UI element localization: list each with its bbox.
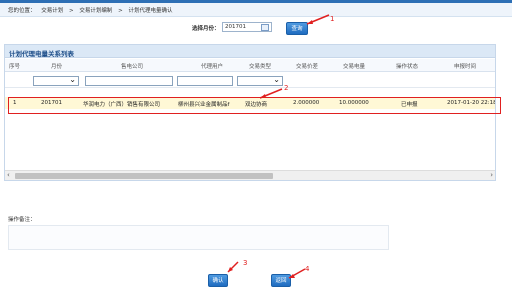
scroll-left-icon[interactable]: ‹: [7, 171, 10, 179]
col-company: 售电公司: [121, 64, 144, 70]
selected-row-highlight: [8, 97, 501, 114]
scroll-right-icon[interactable]: ›: [490, 171, 493, 179]
col-spread: 交易价差: [296, 64, 319, 70]
filter-row: [5, 73, 495, 88]
note-label: 操作备注：: [8, 217, 36, 223]
col-status: 操作状态: [396, 64, 419, 70]
breadcrumb-item[interactable]: 交易计划编制: [79, 8, 112, 14]
annotation-number: 3: [243, 259, 248, 267]
col-time: 申报时间: [454, 64, 477, 70]
col-user: 代理用户: [201, 64, 224, 70]
company-filter-input[interactable]: [85, 76, 173, 86]
annotation-number: 2: [284, 84, 289, 92]
month-filter-select[interactable]: [33, 75, 79, 86]
col-type: 交易类型: [249, 64, 272, 70]
breadcrumb-item[interactable]: 交易计划: [41, 8, 63, 14]
col-index: 序号: [9, 64, 21, 70]
panel-title: 计划代理电量关系列表: [5, 45, 495, 58]
col-month: 月份: [51, 64, 63, 70]
breadcrumb-current: 计划代理电量确认: [128, 8, 173, 14]
note-input[interactable]: [8, 225, 389, 250]
month-value: 201701: [225, 24, 246, 30]
type-filter-select[interactable]: [237, 75, 283, 86]
col-quantity: 交易电量: [343, 64, 366, 70]
breadcrumb-separator: >: [69, 8, 74, 14]
month-label: 选择月份：: [192, 26, 220, 32]
breadcrumb-separator: >: [118, 8, 123, 14]
annotation-number: 4: [305, 265, 310, 273]
annotation-arrow-icon: [227, 261, 239, 273]
confirm-button[interactable]: 确认: [208, 274, 228, 287]
annotation-number: 1: [330, 15, 335, 23]
scroll-thumb[interactable]: [15, 173, 273, 179]
breadcrumb: 您的位置： 交易计划 > 交易计划编制 > 计划代理电量确认: [0, 3, 512, 17]
table-header: 序号 月份 售电公司 代理用户 交易类型 交易价差 交易电量 操作状态 申报时间: [5, 59, 495, 72]
month-input[interactable]: 201701: [222, 22, 272, 32]
horizontal-scrollbar[interactable]: ‹ ›: [5, 170, 495, 180]
user-filter-input[interactable]: [177, 76, 233, 86]
calendar-icon[interactable]: [261, 24, 269, 31]
breadcrumb-prefix: 您的位置：: [8, 8, 36, 14]
